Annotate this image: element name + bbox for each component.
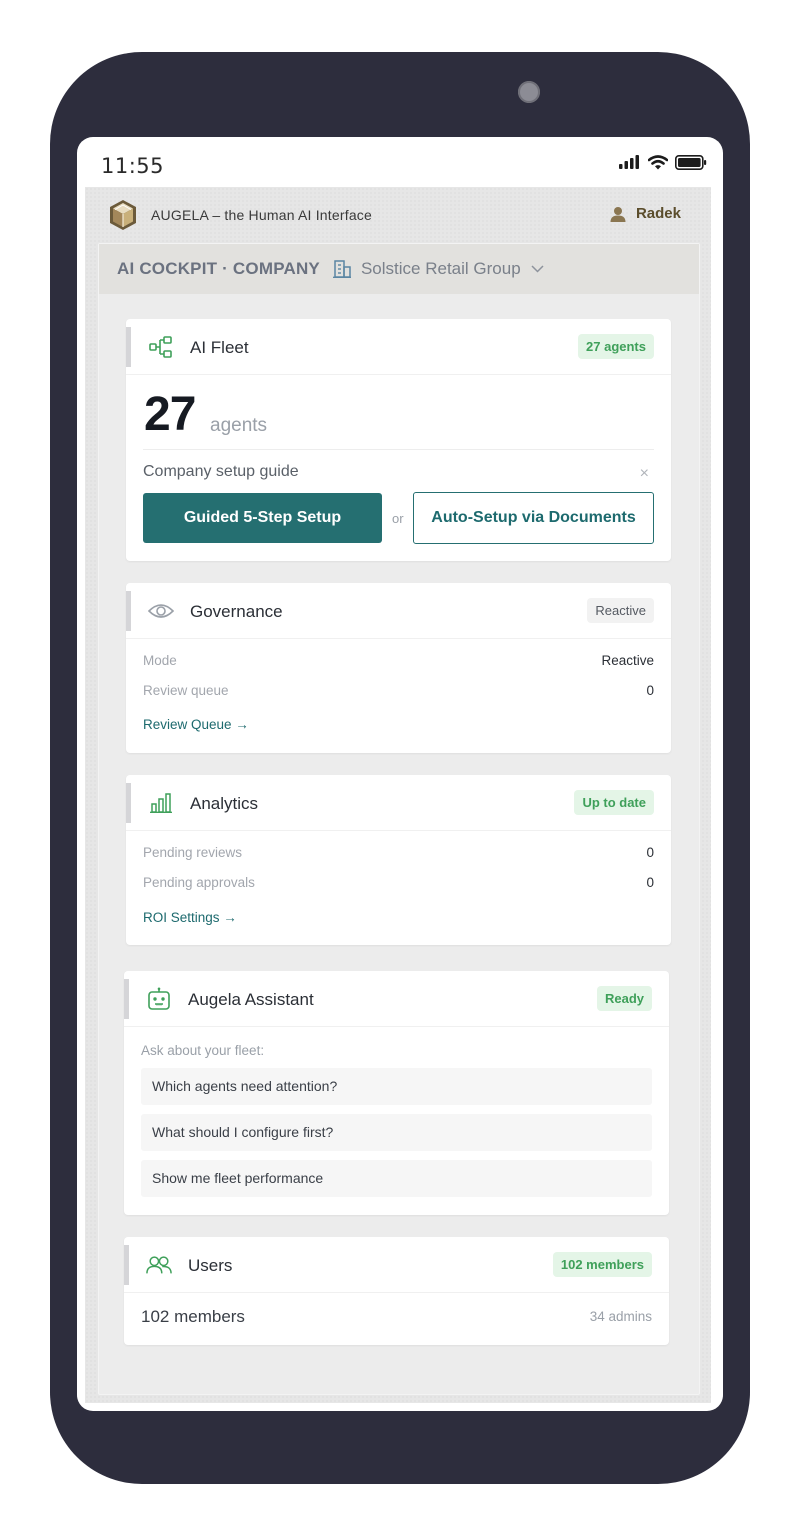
ai-fleet-card: AI Fleet 27 agents 27 agents Company set… — [126, 319, 671, 561]
mode-badge: Reactive — [587, 598, 654, 623]
prompt-suggestion[interactable]: Which agents need attention? — [141, 1068, 652, 1105]
pending-approvals-value: 0 — [646, 875, 654, 890]
pending-approvals-row: Pending approvals 0 — [143, 875, 654, 890]
pending-reviews-value: 0 — [646, 845, 654, 860]
roi-settings-link[interactable]: ROI Settings → — [143, 910, 237, 925]
hierarchy-icon — [148, 335, 174, 359]
review-queue-label: Review queue — [143, 683, 229, 698]
prompt-suggestion[interactable]: What should I configure first? — [141, 1114, 652, 1151]
front-camera — [518, 81, 540, 103]
card-accent — [126, 327, 131, 367]
mode-row: Mode Reactive — [143, 653, 654, 668]
status-badge: Up to date — [574, 790, 654, 815]
governance-card: Governance Reactive Mode Reactive Review… — [126, 583, 671, 753]
card-accent — [126, 591, 131, 631]
person-icon — [610, 206, 626, 222]
pending-reviews-label: Pending reviews — [143, 845, 243, 860]
users-icon — [146, 1253, 172, 1277]
analytics-card: Analytics Up to date Pending reviews 0 P… — [126, 775, 671, 945]
users-header: Users 102 members — [124, 1237, 669, 1293]
review-queue-value: 0 — [646, 683, 654, 698]
status-time: 11:55 — [101, 154, 165, 178]
bar-chart-icon — [148, 791, 174, 815]
guided-setup-button[interactable]: Guided 5-Step Setup — [143, 493, 382, 543]
building-icon — [332, 259, 352, 279]
eye-icon — [148, 599, 174, 623]
users-card: Users 102 members 102 members 34 admins — [124, 1237, 669, 1345]
brand-tagline: AUGELA – the Human AI Interface — [151, 207, 372, 223]
organization-selector[interactable]: Solstice Retail Group — [361, 259, 521, 279]
card-accent — [126, 783, 131, 823]
mode-value: Reactive — [601, 653, 654, 668]
governance-header: Governance Reactive — [126, 583, 671, 639]
app-header: AUGELA – the Human AI Interface Radek — [85, 187, 711, 243]
context-bar: AI COCKPIT · COMPANY Solstice Retail Gro… — [99, 244, 699, 294]
card-title: Governance — [190, 602, 283, 621]
setup-guide-label: Company setup guide — [143, 463, 299, 480]
phone-screen: 11:55 AUGELA – the Human AI Interface Ra… — [77, 137, 723, 1411]
robot-icon — [146, 987, 172, 1011]
review-queue-link[interactable]: Review Queue → — [143, 717, 249, 732]
ai-fleet-header: AI Fleet 27 agents — [126, 319, 671, 375]
review-queue-row: Review queue 0 — [143, 683, 654, 698]
admins-count: 34 admins — [589, 1309, 652, 1324]
signal-icon — [619, 155, 639, 169]
or-separator: or — [392, 511, 404, 526]
agents-badge: 27 agents — [578, 334, 654, 359]
cockpit-title: AI COCKPIT · COMPANY — [117, 259, 320, 278]
prompt-suggestion[interactable]: Show me fleet performance — [141, 1160, 652, 1197]
card-title: Analytics — [190, 794, 259, 813]
card-title: Augela Assistant — [188, 990, 314, 1009]
status-bar: 11:55 — [77, 137, 723, 187]
card-accent — [124, 1245, 129, 1285]
members-count: 102 members — [141, 1307, 245, 1326]
close-icon[interactable]: × — [640, 465, 649, 483]
pending-reviews-row: Pending reviews 0 — [143, 845, 654, 860]
auto-setup-button[interactable]: Auto-Setup via Documents — [413, 492, 654, 544]
prompt-label: Ask about your fleet: — [141, 1043, 265, 1058]
divider — [143, 449, 654, 450]
augela-logo — [110, 200, 136, 230]
user-name: Radek — [635, 205, 681, 222]
agent-count: 27 — [144, 388, 196, 441]
battery-icon — [675, 154, 707, 170]
card-accent — [124, 979, 129, 1019]
chevron-down-icon[interactable] — [531, 265, 544, 273]
members-badge: 102 members — [552, 1252, 652, 1277]
status-badge: Ready — [596, 986, 652, 1011]
pending-approvals-label: Pending approvals — [143, 875, 255, 890]
wifi-icon — [648, 154, 668, 169]
mode-label: Mode — [143, 653, 177, 668]
analytics-header: Analytics Up to date — [126, 775, 671, 831]
card-title: AI Fleet — [190, 338, 249, 357]
card-title: Users — [188, 1256, 233, 1275]
main-panel: AI COCKPIT · COMPANY Solstice Retail Gro… — [98, 243, 700, 1395]
assistant-header: Augela Assistant Ready — [124, 971, 669, 1027]
app-container: AUGELA – the Human AI Interface Radek AI… — [85, 187, 711, 1403]
user-menu[interactable]: Radek — [610, 205, 681, 222]
assistant-card: Augela Assistant Ready Ask about your fl… — [124, 971, 669, 1215]
agent-count-unit: agents — [210, 415, 268, 436]
system-icons — [619, 154, 707, 170]
